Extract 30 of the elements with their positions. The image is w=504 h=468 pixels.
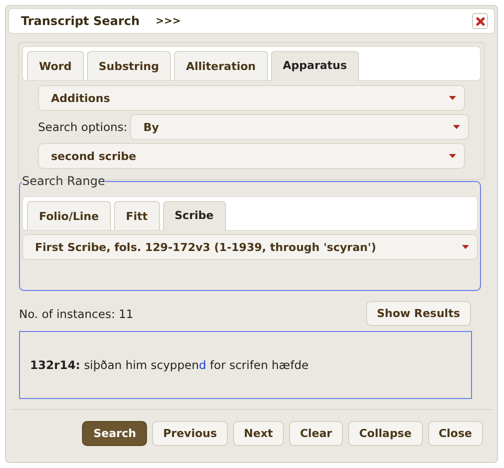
dialog-button[interactable]: Previous <box>152 421 228 446</box>
dialog-button[interactable]: Next <box>232 421 284 446</box>
dialog-button[interactable]: Clear <box>288 421 344 446</box>
tab[interactable]: Alliteration <box>174 51 268 80</box>
dropdown[interactable]: By <box>130 114 469 140</box>
caret-icon <box>453 125 460 129</box>
close-button[interactable] <box>472 13 488 29</box>
show-results-button[interactable]: Show Results <box>366 301 471 326</box>
dropdown[interactable]: Additions <box>38 85 465 111</box>
instances-count: No. of instances: 11 <box>19 306 134 320</box>
dropdown[interactable]: second scribe <box>38 143 465 169</box>
dropdown[interactable]: First Scribe, fols. 129-172v3 (1-1939, through 'scyran') <box>22 234 478 260</box>
tab[interactable]: Apparatus <box>270 51 359 81</box>
result-line: 132r14: siþðan him scyppend for scrifen hæfde <box>30 358 309 372</box>
tab[interactable]: Word <box>27 51 84 80</box>
primary-button[interactable]: Search <box>82 421 148 446</box>
tab[interactable]: Scribe <box>162 201 226 231</box>
tab[interactable]: Substring <box>86 51 171 80</box>
expand-link[interactable]: >>> <box>156 16 181 26</box>
caret-icon <box>449 154 456 158</box>
dialog-button[interactable]: Close <box>428 421 483 446</box>
close-icon <box>476 16 484 26</box>
caret-icon <box>449 96 456 100</box>
dialog-button[interactable]: Collapse <box>348 421 423 446</box>
group-legend: Search Range <box>22 174 106 188</box>
tab[interactable]: Fitt <box>114 201 160 230</box>
caret-icon <box>462 245 469 249</box>
tab[interactable]: Folio/Line <box>27 201 111 230</box>
options-label: Search options: <box>38 120 128 134</box>
window-title: Transcript Search <box>21 14 140 28</box>
